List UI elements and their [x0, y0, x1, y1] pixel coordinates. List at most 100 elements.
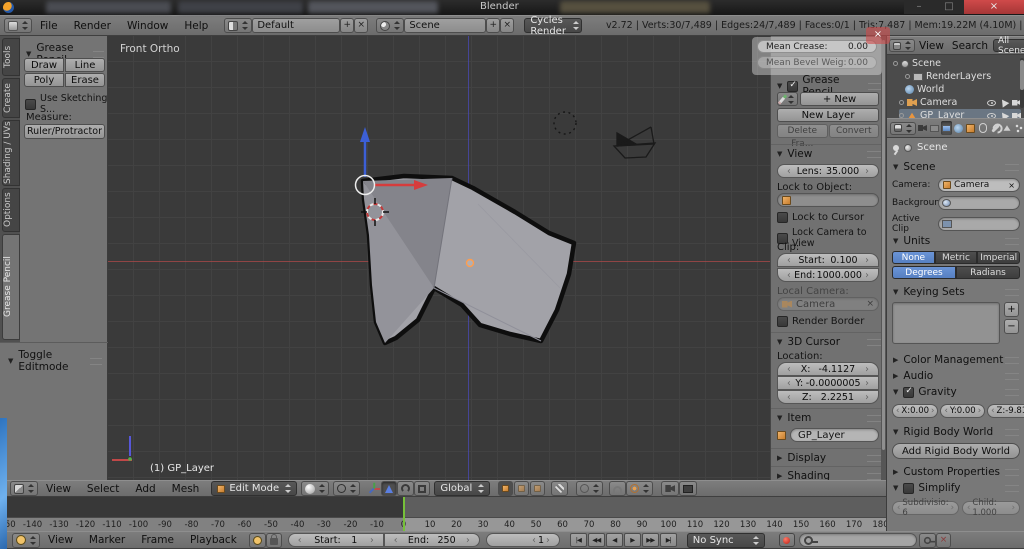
panel-grip[interactable] — [1005, 485, 1019, 492]
panel-grip[interactable] — [1005, 429, 1019, 436]
gp-delete-frame-button[interactable]: Delete Fra... — [777, 124, 828, 138]
simplify-checkbox[interactable] — [903, 483, 914, 494]
units-metric-button[interactable]: Metric — [935, 251, 978, 264]
cursor-z-field[interactable]: Z:2.2251 — [777, 390, 879, 404]
panel-grip[interactable] — [1005, 289, 1019, 296]
fading-close-button[interactable]: × — [866, 27, 890, 44]
gravity-z-field[interactable]: Z:-9.81 — [987, 404, 1024, 418]
menu-help[interactable]: Help — [176, 20, 216, 32]
keying-sets-list[interactable] — [892, 302, 1000, 344]
lock-to-cursor-checkbox[interactable] — [777, 212, 788, 223]
tab-data[interactable] — [1002, 121, 1013, 135]
active-clip-field[interactable] — [938, 217, 1020, 231]
visibility-toggle-icon[interactable] — [987, 100, 996, 106]
opengl-render-button[interactable] — [661, 481, 679, 496]
vp-menu-view[interactable]: View — [38, 483, 79, 495]
delete-keyframes-button[interactable]: × — [936, 533, 952, 548]
panel-header-color-management[interactable]: Color Management — [893, 354, 1019, 366]
panel-grip[interactable] — [1005, 373, 1019, 380]
outliner-menu-view[interactable]: View — [915, 40, 948, 52]
gp-convert-button[interactable]: Convert — [829, 124, 880, 138]
tab-modifiers[interactable] — [990, 121, 1001, 135]
face-select-mode-button[interactable] — [530, 481, 545, 496]
scene-add-button[interactable]: + — [486, 18, 500, 33]
simplify-subdivision-field[interactable]: Subdivisio: 6 — [892, 501, 959, 515]
minimize-button[interactable]: – — [904, 0, 934, 14]
timeline-editor-menu[interactable] — [12, 533, 40, 548]
gp-erase-button[interactable]: Erase — [65, 73, 105, 87]
gravity-x-field[interactable]: X:0.00 — [892, 404, 938, 418]
layout-browse-button[interactable] — [224, 18, 252, 33]
vp-menu-select[interactable]: Select — [79, 483, 127, 495]
render-border-checkbox[interactable] — [777, 316, 788, 327]
panel-header-custom-properties[interactable]: Custom Properties — [893, 466, 1019, 478]
tab-options[interactable]: Options — [2, 188, 20, 232]
selectability-toggle-icon[interactable] — [999, 97, 1010, 107]
use-preview-range-button[interactable] — [249, 533, 266, 548]
close-button[interactable]: × — [964, 0, 1024, 14]
outliner-item-camera[interactable]: Camera — [899, 96, 1021, 109]
panel-header-rigid-body[interactable]: Rigid Body World — [893, 426, 1019, 438]
panel-header-scene[interactable]: Scene — [893, 161, 1019, 173]
outliner-item-world[interactable]: World — [905, 83, 944, 96]
tab-object[interactable] — [965, 121, 976, 135]
viewport-shading-select[interactable] — [301, 481, 329, 496]
play-button[interactable]: ▶ — [624, 533, 641, 547]
tab-render-layers[interactable] — [929, 121, 940, 135]
jump-to-end-button[interactable]: ▶| — [660, 533, 677, 547]
jump-to-start-button[interactable]: |◀ — [570, 533, 587, 547]
scene-delete-button[interactable]: × — [500, 18, 514, 33]
manipulator-rotate-button[interactable] — [397, 481, 414, 496]
tab-grease-pencil[interactable]: Grease Pencil — [2, 234, 20, 340]
insert-keyframes-button[interactable] — [919, 533, 936, 548]
timeline-canvas[interactable]: -150-140-130-120-110-100-90-80-70-60-50-… — [0, 497, 886, 531]
outliner-item-renderlayers[interactable]: RenderLayers — [905, 70, 991, 83]
tab-tools[interactable]: Tools — [2, 38, 20, 76]
tab-shading-uvs[interactable]: Shading / UVs — [2, 120, 20, 186]
maximize-button[interactable]: □ — [934, 0, 964, 14]
auto-keyframe-button[interactable] — [779, 533, 795, 547]
mean-crease-slider[interactable]: Mean Crease:0.00 — [757, 40, 877, 53]
play-reverse-button[interactable]: ◀ — [606, 533, 623, 547]
lock-frame-range-button[interactable] — [266, 533, 282, 548]
panel-grip[interactable] — [1005, 469, 1019, 476]
outliner-menu-search[interactable]: Search — [948, 40, 992, 52]
tl-menu-view[interactable]: View — [40, 534, 81, 546]
panel-grip[interactable] — [868, 83, 881, 90]
lock-object-field[interactable] — [777, 193, 879, 207]
outliner-filter-select[interactable]: All Scenes — [993, 39, 1024, 52]
ruler-protractor-button[interactable]: Ruler/Protractor — [24, 124, 105, 139]
panel-grip[interactable] — [867, 473, 881, 480]
expand-icon[interactable] — [905, 74, 910, 79]
viewport-editor-menu[interactable] — [10, 481, 38, 496]
opengl-render-anim-button[interactable] — [679, 481, 697, 496]
current-frame-marker[interactable] — [403, 497, 405, 531]
gravity-checkbox[interactable] — [903, 387, 914, 398]
cursor-y-field[interactable]: Y:-0.0000005 — [777, 376, 879, 390]
sync-mode-select[interactable]: No Sync — [687, 533, 765, 548]
tab-physics[interactable] — [1014, 121, 1024, 135]
manipulator-scale-button[interactable] — [414, 481, 430, 496]
gp-draw-button[interactable]: Draw — [24, 58, 64, 72]
mode-select[interactable]: Edit Mode — [211, 481, 297, 496]
item-name-field[interactable]: GP_Layer — [790, 428, 879, 442]
keying-set-remove-button[interactable]: − — [1004, 319, 1019, 334]
vp-menu-mesh[interactable]: Mesh — [164, 483, 208, 495]
layout-name-field[interactable]: Default — [252, 18, 340, 33]
panel-header-simplify[interactable]: Simplify — [893, 482, 1019, 494]
add-rigid-body-world-button[interactable]: Add Rigid Body World — [892, 443, 1020, 459]
panel-grip[interactable] — [1005, 357, 1019, 364]
panel-header-toggle-editmode[interactable]: Toggle Editmode — [8, 349, 102, 373]
tab-constraints[interactable] — [978, 121, 989, 135]
snap-toggle-button[interactable] — [609, 481, 626, 496]
pivot-point-select[interactable] — [333, 481, 360, 496]
vertex-select-mode-button[interactable] — [498, 481, 513, 496]
units-none-button[interactable]: None — [892, 251, 935, 264]
3d-viewport[interactable]: Front Ortho (1) GP_Layer — [108, 36, 770, 480]
occlude-geometry-button[interactable] — [551, 481, 568, 496]
panel-grip[interactable] — [867, 151, 881, 158]
snap-element-select[interactable] — [626, 481, 653, 496]
outliner-item-scene[interactable]: Scene — [893, 57, 941, 70]
lens-slider[interactable]: Lens:35.000 — [777, 164, 879, 178]
clip-start-field[interactable]: Start:0.100 — [777, 253, 879, 267]
